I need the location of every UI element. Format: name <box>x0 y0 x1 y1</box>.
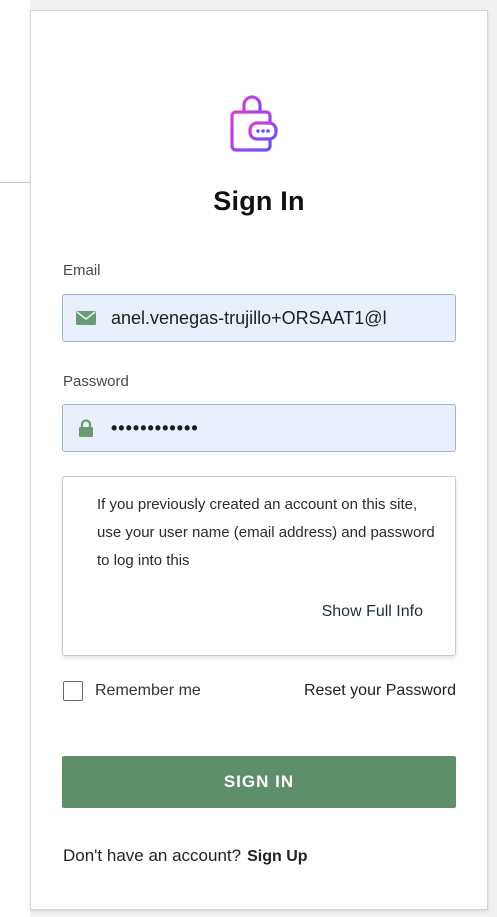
sign-in-page: Sign In Email anel.venegas-trujillo+ORSA… <box>0 0 497 917</box>
page-title: Sign In <box>213 186 305 216</box>
email-value: anel.venegas-trujillo+ORSAAT1@l <box>111 307 387 328</box>
lock-icon <box>75 419 97 437</box>
remember-me-label[interactable]: Remember me <box>95 682 201 700</box>
account-info-box: If you previously created an account on … <box>62 476 456 656</box>
remember-me-row[interactable]: Remember me <box>63 681 201 701</box>
password-field[interactable]: •••••••••••• <box>62 404 456 452</box>
envelope-icon <box>75 309 97 327</box>
email-label: Email <box>63 262 101 279</box>
signup-row: Don't have an account? Sign Up <box>63 846 308 866</box>
remember-me-checkbox[interactable] <box>63 681 83 701</box>
password-value: •••••••••••• <box>111 417 199 438</box>
left-background-panel <box>0 0 30 917</box>
password-label: Password <box>63 373 129 390</box>
no-account-text: Don't have an account? <box>63 846 242 865</box>
reset-password-link[interactable]: Reset your Password <box>304 682 456 700</box>
email-field[interactable]: anel.venegas-trujillo+ORSAAT1@l <box>62 294 456 342</box>
sign-in-button[interactable]: SIGN IN <box>62 756 456 808</box>
sign-up-link[interactable]: Sign Up <box>247 848 307 865</box>
wallet-lock-icon <box>220 92 288 160</box>
background-divider <box>0 182 30 183</box>
show-full-info-link[interactable]: Show Full Info <box>322 603 423 621</box>
account-info-text: If you previously created an account on … <box>97 496 435 569</box>
